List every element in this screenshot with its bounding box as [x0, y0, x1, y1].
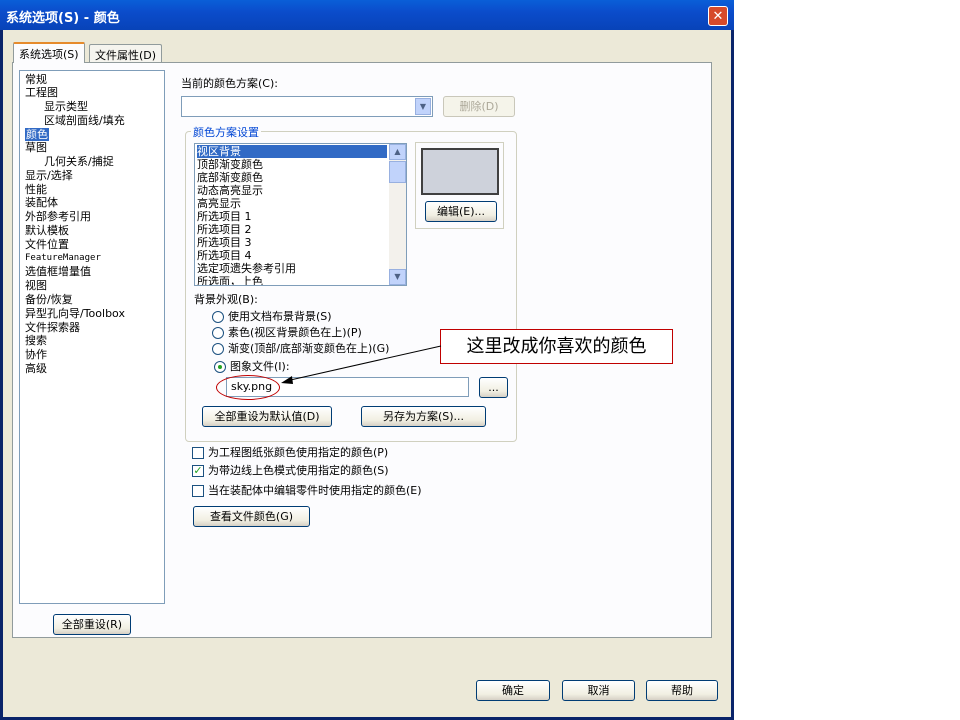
list-item[interactable]: 选定项遗失参考引用	[197, 262, 387, 275]
tree-item-file-locations[interactable]: 文件位置	[25, 238, 69, 251]
tree-item-drawings[interactable]: 工程图	[25, 86, 58, 99]
radio-document-scene[interactable]	[212, 311, 224, 323]
edit-color-button[interactable]: 编辑(E)...	[425, 201, 497, 222]
background-appearance-label: 背景外观(B):	[194, 293, 258, 306]
save-as-scheme-button[interactable]: 另存为方案(S)...	[361, 406, 486, 427]
radio-document-scene-label[interactable]: 使用文档布景背景(S)	[228, 310, 332, 323]
scroll-up-icon[interactable]: ▲	[389, 144, 406, 160]
browse-button[interactable]: ...	[479, 377, 508, 398]
annotation-callout: 这里改成你喜欢的颜色	[440, 329, 673, 364]
radio-image-file[interactable]	[214, 361, 226, 373]
list-item[interactable]: 顶部渐变颜色	[197, 158, 387, 171]
tree-item-hole-wizard-toolbox[interactable]: 异型孔向导/Toolbox	[25, 307, 125, 320]
tree-item-featuremanager[interactable]: FeatureManager	[25, 252, 101, 265]
tree-item-display-type[interactable]: 显示类型	[44, 100, 88, 113]
title-bar[interactable]: 系统选项(S) - 颜色 ✕	[0, 0, 734, 30]
tree-item-search[interactable]: 搜索	[25, 334, 47, 347]
close-icon: ✕	[712, 9, 724, 24]
list-item[interactable]: 高亮显示	[197, 197, 387, 210]
tree-item-spin-box-increments[interactable]: 选值框增量值	[25, 265, 91, 278]
tree-item-advanced[interactable]: 高级	[25, 362, 47, 375]
highlight-ellipse	[216, 375, 280, 400]
tree-item-backup-recover[interactable]: 备份/恢复	[25, 293, 73, 306]
list-item[interactable]: 所选项目 1	[197, 210, 387, 223]
tab-document-properties[interactable]: 文件属性(D)	[89, 44, 163, 63]
tree-item-assemblies[interactable]: 装配体	[25, 196, 58, 209]
tree-item-performance[interactable]: 性能	[25, 183, 47, 196]
list-item[interactable]: 所选项目 3	[197, 236, 387, 249]
tree-item-external-references[interactable]: 外部参考引用	[25, 210, 91, 223]
ok-button[interactable]: 确定	[476, 680, 550, 701]
list-scrollbar[interactable]: ▲ ▼	[389, 144, 406, 285]
list-item[interactable]: 动态高亮显示	[197, 184, 387, 197]
cancel-button[interactable]: 取消	[562, 680, 635, 701]
tree-item-sketch[interactable]: 草图	[25, 141, 47, 154]
close-button[interactable]: ✕	[708, 6, 728, 26]
window-title: 系统选项(S) - 颜色	[6, 11, 120, 26]
color-scheme-select[interactable]: ▼	[181, 96, 433, 117]
scroll-down-icon[interactable]: ▼	[389, 269, 406, 285]
shaded-edges-color-label[interactable]: 为带边线上色模式使用指定的颜色(S)	[208, 464, 389, 477]
scheme-settings-title: 颜色方案设置	[191, 124, 261, 140]
tree-item-view[interactable]: 视图	[25, 279, 47, 292]
radio-plain-label[interactable]: 素色(视区背景颜色在上)(P)	[228, 326, 362, 339]
annotation-arrow	[281, 345, 442, 384]
scroll-thumb[interactable]	[389, 161, 406, 183]
options-tree[interactable]: 常规 工程图 显示类型 区域剖面线/填充 颜色 草图 几何关系/捕捉 显示/选择…	[19, 70, 165, 604]
tree-item-colors[interactable]: 颜色	[25, 128, 49, 141]
chevron-down-icon[interactable]: ▼	[415, 98, 431, 115]
tree-item-general[interactable]: 常规	[25, 73, 47, 86]
reset-all-button[interactable]: 全部重设(R)	[53, 614, 131, 635]
list-item[interactable]: 底部渐变颜色	[197, 171, 387, 184]
list-item[interactable]: 所选项目 2	[197, 223, 387, 236]
drawing-paper-color-checkbox[interactable]	[192, 447, 204, 459]
radio-plain[interactable]	[212, 327, 224, 339]
list-item[interactable]: 所选面，上色	[197, 275, 387, 285]
view-document-colors-button[interactable]: 查看文件颜色(G)	[193, 506, 310, 527]
list-item[interactable]: 所选项目 4	[197, 249, 387, 262]
list-item[interactable]: 视区背景	[197, 145, 387, 158]
color-item-list[interactable]: 视区背景 顶部渐变颜色 底部渐变颜色 动态高亮显示 高亮显示 所选项目 1 所选…	[194, 143, 407, 286]
tree-item-relations-snaps[interactable]: 几何关系/捕捉	[44, 155, 114, 168]
shaded-edges-color-checkbox[interactable]: ✓	[192, 465, 204, 477]
drawing-paper-color-label[interactable]: 为工程图纸张颜色使用指定的颜色(P)	[208, 446, 388, 459]
current-scheme-label: 当前的颜色方案(C):	[181, 77, 278, 90]
tree-item-collaboration[interactable]: 协作	[25, 348, 47, 361]
color-swatch	[421, 148, 499, 195]
assembly-edit-color-label[interactable]: 当在装配体中编辑零件时使用指定的颜色(E)	[208, 484, 422, 497]
tab-system-options[interactable]: 系统选项(S)	[13, 42, 85, 63]
help-button[interactable]: 帮助	[646, 680, 718, 701]
assembly-edit-color-checkbox[interactable]	[192, 485, 204, 497]
tree-item-display-selection[interactable]: 显示/选择	[25, 169, 73, 182]
radio-gradient[interactable]	[212, 343, 224, 355]
tree-item-default-templates[interactable]: 默认模板	[25, 224, 69, 237]
delete-scheme-button[interactable]: 删除(D)	[443, 96, 515, 117]
reset-to-defaults-button[interactable]: 全部重设为默认值(D)	[202, 406, 332, 427]
tree-item-file-explorer[interactable]: 文件探索器	[25, 321, 80, 334]
tree-item-hatch-fill[interactable]: 区域剖面线/填充	[44, 114, 125, 127]
